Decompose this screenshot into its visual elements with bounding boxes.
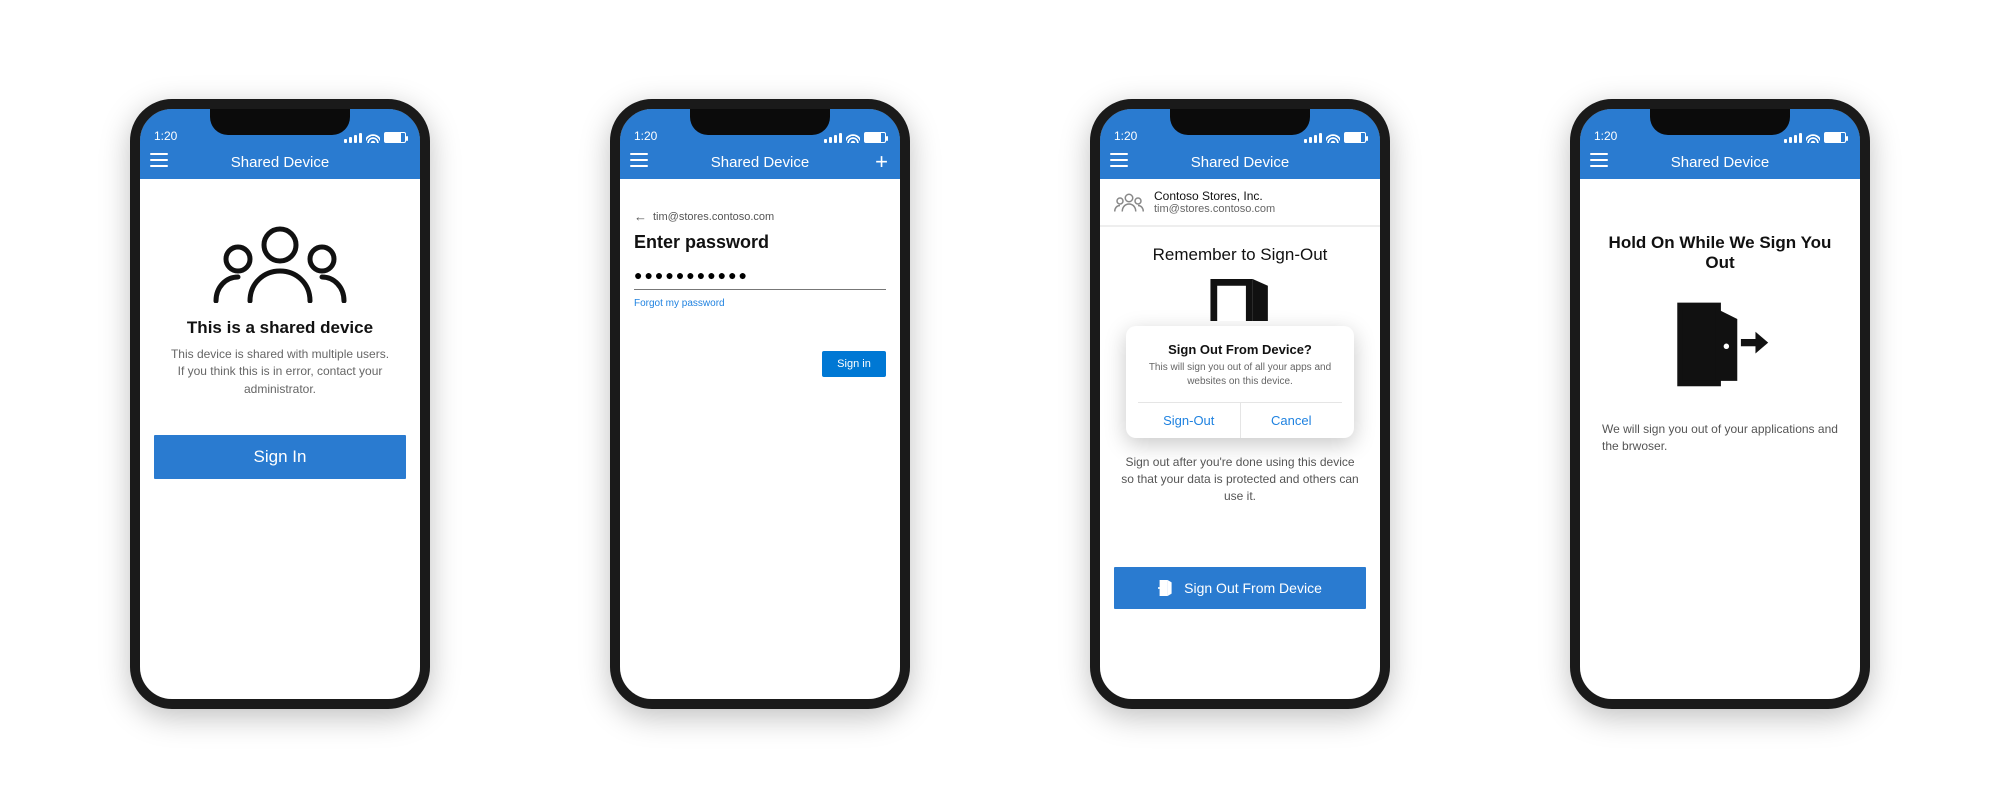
shared-device-title: This is a shared device bbox=[162, 318, 398, 338]
wifi-icon bbox=[1806, 133, 1820, 143]
sign-in-button[interactable]: Sign In bbox=[154, 435, 406, 479]
signal-icon bbox=[344, 133, 362, 143]
nav-title: Shared Device bbox=[1671, 154, 1769, 171]
door-exit-large-icon bbox=[1670, 299, 1770, 390]
battery-icon bbox=[1344, 132, 1366, 143]
phone-signing-out: 1:20 Shared Device Hold On While We Sign… bbox=[1570, 99, 1870, 709]
nav-title: Shared Device bbox=[231, 154, 329, 171]
nav-bar: Shared Device bbox=[1580, 145, 1860, 179]
wifi-icon bbox=[1326, 133, 1340, 143]
dialog-title: Sign Out From Device? bbox=[1138, 342, 1342, 357]
battery-icon bbox=[864, 132, 886, 143]
notch bbox=[1650, 109, 1790, 135]
phone-shared-device: 1:20 Shared Device bbox=[130, 99, 430, 709]
menu-icon[interactable] bbox=[1590, 153, 1608, 167]
signing-out-subtitle: We will sign you out of your application… bbox=[1598, 421, 1842, 455]
org-header: Contoso Stores, Inc. tim@stores.contoso.… bbox=[1100, 179, 1380, 227]
notch bbox=[1170, 109, 1310, 135]
org-name: Contoso Stores, Inc. bbox=[1154, 189, 1275, 203]
nav-bar: Shared Device bbox=[140, 145, 420, 179]
sign-out-button-label: Sign Out From Device bbox=[1184, 580, 1322, 596]
people-small-icon bbox=[1114, 192, 1144, 213]
status-time: 1:20 bbox=[634, 129, 657, 143]
door-exit-icon bbox=[1202, 279, 1278, 321]
nav-bar: Shared Device bbox=[1100, 145, 1380, 179]
notch bbox=[210, 109, 350, 135]
arrow-left-icon: ← bbox=[634, 209, 647, 224]
wifi-icon bbox=[846, 133, 860, 143]
battery-icon bbox=[384, 132, 406, 143]
forgot-password-link[interactable]: Forgot my password bbox=[620, 290, 900, 317]
sign-out-button[interactable]: Sign Out From Device bbox=[1114, 567, 1366, 609]
dialog-sign-out-button[interactable]: Sign-Out bbox=[1138, 403, 1240, 438]
signing-out-title: Hold On While We Sign You Out bbox=[1598, 233, 1842, 273]
add-icon[interactable]: + bbox=[875, 151, 888, 173]
phone-sign-out: 1:20 Shared Device bbox=[1090, 99, 1390, 709]
menu-icon[interactable] bbox=[630, 153, 648, 167]
remember-title: Remember to Sign-Out bbox=[1118, 245, 1362, 265]
password-title: Enter password bbox=[620, 228, 900, 263]
wifi-icon bbox=[366, 133, 380, 143]
door-small-icon bbox=[1158, 579, 1174, 597]
battery-icon bbox=[1824, 132, 1846, 143]
dialog-message: This will sign you out of all your apps … bbox=[1138, 361, 1342, 388]
back-to-email[interactable]: ← tim@stores.contoso.com bbox=[620, 179, 900, 228]
sign-out-note: Sign out after you're done using this de… bbox=[1100, 438, 1380, 504]
menu-icon[interactable] bbox=[150, 153, 168, 167]
signal-icon bbox=[824, 133, 842, 143]
people-group-icon bbox=[210, 223, 350, 303]
menu-icon[interactable] bbox=[1110, 153, 1128, 167]
signal-icon bbox=[1304, 133, 1322, 143]
nav-title: Shared Device bbox=[1191, 154, 1289, 171]
org-email: tim@stores.contoso.com bbox=[1154, 203, 1275, 215]
nav-bar: Shared Device + bbox=[620, 145, 900, 179]
back-email: tim@stores.contoso.com bbox=[653, 211, 774, 223]
signal-icon bbox=[1784, 133, 1802, 143]
status-time: 1:20 bbox=[1114, 129, 1137, 143]
sign-in-submit-button[interactable]: Sign in bbox=[822, 351, 886, 377]
sign-out-dialog: Sign Out From Device? This will sign you… bbox=[1126, 326, 1354, 438]
dialog-cancel-button[interactable]: Cancel bbox=[1240, 403, 1343, 438]
nav-title: Shared Device bbox=[711, 154, 809, 171]
phone-enter-password: 1:20 Shared Device + ← tim@stores.contos… bbox=[610, 99, 910, 709]
status-time: 1:20 bbox=[154, 129, 177, 143]
notch bbox=[690, 109, 830, 135]
password-input[interactable] bbox=[634, 263, 886, 290]
shared-device-subtitle: This device is shared with multiple user… bbox=[162, 346, 398, 398]
status-time: 1:20 bbox=[1594, 129, 1617, 143]
